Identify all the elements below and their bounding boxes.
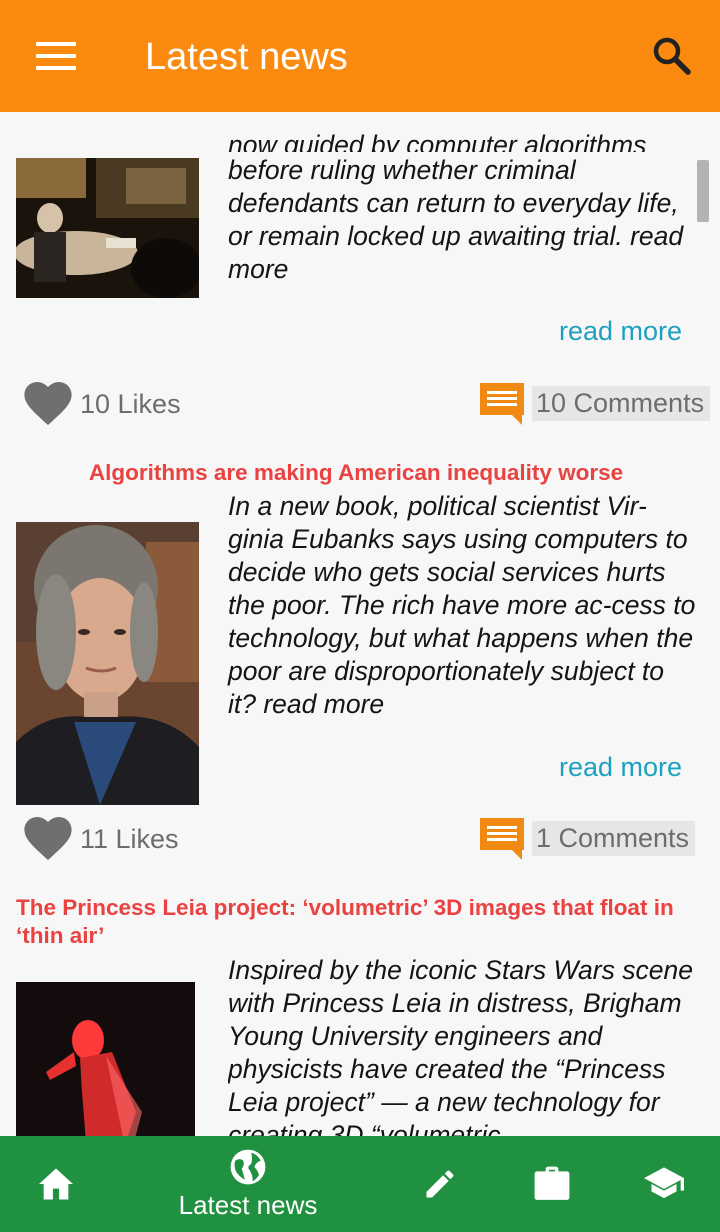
- nav-label-latest-news: Latest news: [178, 1189, 318, 1220]
- article-thumbnail[interactable]: [16, 982, 195, 1136]
- nav-jobs[interactable]: [516, 1136, 588, 1232]
- comments-button[interactable]: 1 Comments: [478, 813, 696, 863]
- read-more-link[interactable]: read more: [559, 752, 682, 783]
- globe-icon: [230, 1149, 266, 1184]
- likes-count: 10 Likes: [80, 388, 181, 419]
- pencil-icon: [426, 1170, 454, 1198]
- nav-write[interactable]: [404, 1136, 476, 1232]
- read-more-link[interactable]: read more: [559, 316, 682, 347]
- like-button[interactable]: 11 Likes: [24, 814, 179, 864]
- comment-icon: [480, 818, 524, 860]
- heart-icon: [24, 817, 72, 860]
- comments-count: 10 Comments: [532, 385, 711, 421]
- comment-icon: [480, 383, 524, 425]
- like-button[interactable]: 10 Likes: [24, 379, 181, 429]
- school-icon: [644, 1167, 684, 1199]
- article-excerpt: Inspired by the iconic Stars Wars scene …: [228, 955, 693, 1136]
- nav-education[interactable]: [628, 1136, 700, 1232]
- app-bar: Latest news: [0, 0, 720, 112]
- search-icon[interactable]: [650, 34, 694, 78]
- comments-button[interactable]: 10 Comments: [478, 378, 711, 428]
- article-excerpt: In a new book, political scientist Vir-g…: [228, 491, 696, 719]
- briefcase-icon: [534, 1166, 570, 1200]
- likes-count: 11 Likes: [80, 823, 179, 854]
- nav-latest-news[interactable]: Latest news: [160, 1136, 336, 1232]
- article-title[interactable]: Algorithms are making American inequalit…: [16, 459, 696, 487]
- article-thumbnail[interactable]: [16, 158, 199, 298]
- nav-home[interactable]: [20, 1136, 92, 1232]
- news-feed[interactable]: now guided by computer algorithms before…: [0, 112, 720, 1136]
- heart-icon: [24, 382, 72, 425]
- menu-icon[interactable]: [36, 42, 76, 70]
- article-excerpt: before ruling whether criminal defendant…: [228, 155, 684, 284]
- comments-count: 1 Comments: [532, 820, 696, 856]
- article-thumbnail[interactable]: [16, 522, 199, 805]
- scrollbar[interactable]: [697, 160, 709, 222]
- article-excerpt-cut-line: now guided by computer algorithms: [228, 130, 647, 152]
- home-icon: [39, 1168, 73, 1200]
- bottom-navigation: Latest news: [0, 1136, 720, 1232]
- article-title[interactable]: The Princess Leia project: ‘volumetric’ …: [16, 894, 696, 950]
- page-title: Latest news: [145, 36, 348, 78]
